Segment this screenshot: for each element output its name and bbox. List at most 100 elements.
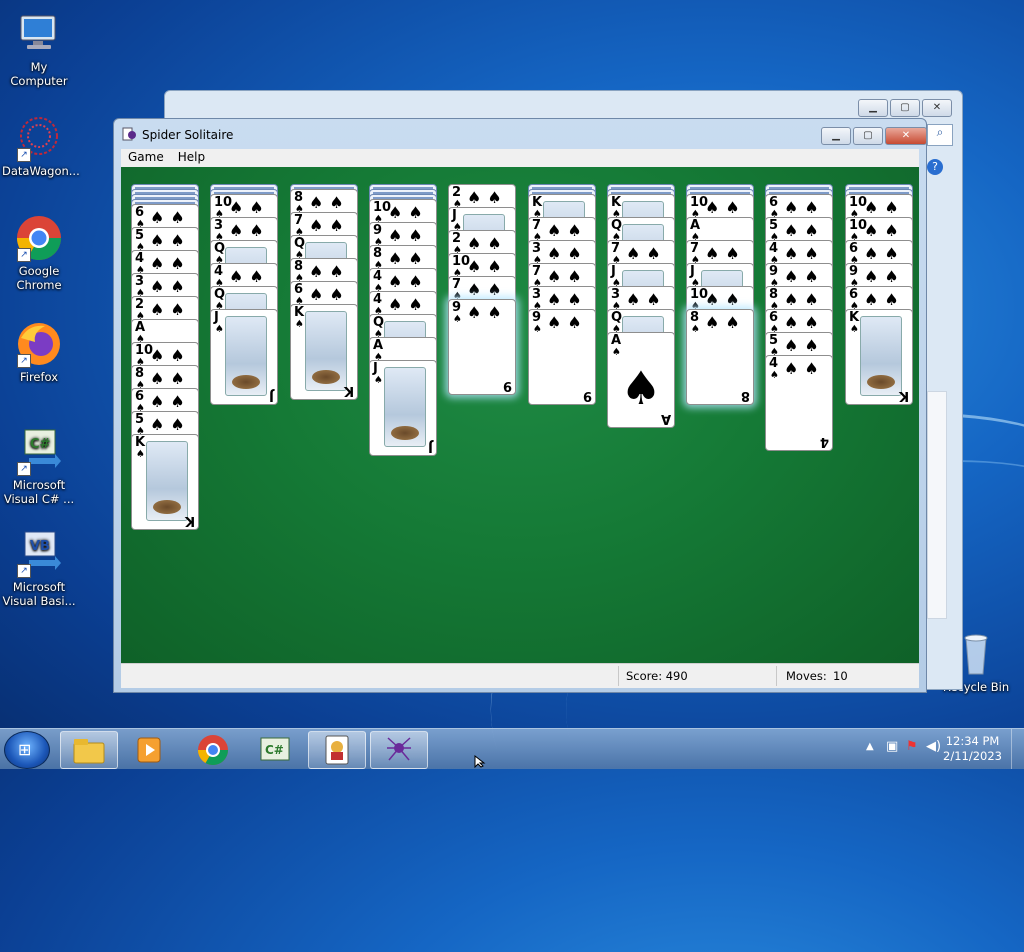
shortcut-arrow-icon: ↗ — [17, 248, 31, 262]
spade-icon: ♠ — [770, 370, 779, 381]
explorer-icon — [73, 739, 105, 764]
card-rank: 8 — [740, 388, 750, 403]
system-tray: ▲ ▣ ⚑ ◀) 12:34 PM 2/11/2023 — [844, 729, 1024, 769]
title-bar[interactable]: Spider Solitaire ▁ ▢ ✕ — [114, 119, 927, 149]
card-rank: A — [660, 411, 671, 426]
shortcut-arrow-icon: ↗ — [17, 564, 31, 578]
solitaire-icon — [325, 735, 349, 765]
taskbar-visual-csharp[interactable]: C# — [246, 731, 304, 769]
card-rank: Q — [611, 218, 623, 233]
card-rank: K — [611, 195, 622, 210]
close-button[interactable]: ✕ — [922, 99, 952, 117]
taskbar-explorer[interactable] — [60, 731, 118, 769]
spade-icon: ♠♠ — [229, 198, 270, 217]
playing-card[interactable]: K ♠ K — [131, 434, 199, 530]
card-rank: 8 — [135, 366, 145, 381]
volume-icon[interactable]: ◀) — [926, 739, 941, 754]
card-rank: 7 — [611, 241, 621, 256]
card-rank: J — [269, 388, 274, 403]
card-rank: 3 — [611, 287, 621, 302]
spade-icon: ♠♠ — [467, 234, 508, 253]
taskbar-chrome[interactable] — [184, 731, 242, 769]
taskbar-spider-solitaire[interactable] — [370, 731, 428, 769]
card-rank: 3 — [532, 287, 542, 302]
card-rank: 9 — [582, 388, 592, 403]
spade-icon: ♠♠ — [864, 267, 905, 286]
maximize-button[interactable]: ▢ — [853, 127, 883, 145]
card-rank: 6 — [769, 195, 779, 210]
network-icon[interactable]: ▣ — [886, 739, 898, 754]
start-button[interactable]: ⊞ — [4, 731, 50, 769]
playing-card[interactable]: A ♠ ♠ A — [607, 332, 675, 428]
spade-icon: ♠♠ — [150, 277, 191, 296]
desktop-icon-chrome[interactable]: ↗ Google Chrome — [2, 214, 76, 292]
card-rank: 7 — [452, 277, 462, 292]
desktop-icon-visual-basic[interactable]: VB ↗ Microsoft Visual Basi... — [2, 530, 76, 608]
desktop-icon-my-computer[interactable]: My Computer — [2, 10, 76, 88]
spade-icon: ♠ — [453, 314, 462, 325]
spider-solitaire-icon — [122, 126, 138, 142]
maximize-button[interactable]: ▢ — [890, 99, 920, 117]
card-rank: 6 — [135, 389, 145, 404]
shortcut-arrow-icon: ↗ — [17, 462, 31, 476]
spade-icon: ♠♠ — [547, 221, 588, 240]
card-rank: 4 — [769, 356, 779, 371]
playing-card[interactable]: J ♠ J — [369, 360, 437, 456]
desktop-icon-label: Microsoft Visual Basi... — [2, 580, 76, 608]
playing-card[interactable]: J ♠ J — [210, 309, 278, 405]
close-button[interactable]: ✕ — [885, 127, 927, 145]
show-desktop-button[interactable] — [1011, 729, 1024, 769]
card-rank: 8 — [373, 246, 383, 261]
card-rank: 6 — [849, 241, 859, 256]
card-rank: A — [690, 218, 701, 233]
playing-card[interactable]: K ♠ K — [845, 309, 913, 405]
playing-card[interactable]: 9 ♠ ♠♠ 9 — [528, 309, 596, 405]
taskbar-media-player[interactable] — [120, 731, 178, 769]
face-card-art — [225, 316, 267, 396]
spade-icon: ♠ — [295, 319, 304, 330]
spade-icon: ♠♠ — [150, 231, 191, 250]
card-rank: A — [135, 320, 146, 335]
spade-icon: ♠♠ — [547, 290, 588, 309]
card-rank: 9 — [532, 310, 542, 325]
action-center-flag-icon[interactable]: ⚑ — [906, 739, 918, 754]
spade-icon: ♠♠ — [784, 221, 825, 240]
spade-icon: ♠♠ — [150, 346, 191, 365]
game-board[interactable]: 6 ♠ ♠♠ 5 ♠ ♠♠ 4 ♠ ♠♠ 3 ♠ ♠♠ 2 ♠ ♠♠ A ♠ 10 ♠ ♠♠ 8 ♠ ♠♠ 6 ♠ ♠♠ 5 ♠ ♠♠ K… — [121, 167, 919, 663]
computer-icon — [15, 10, 63, 58]
help-icon[interactable]: ? — [927, 159, 943, 175]
menu-help[interactable]: Help — [171, 149, 212, 167]
desktop-icon-visual-csharp[interactable]: C# ↗ Microsoft Visual C# ... — [2, 428, 76, 506]
show-hidden-icons-icon[interactable]: ▲ — [866, 741, 874, 752]
spider-solitaire-window[interactable]: Spider Solitaire ▁ ▢ ✕ Game Help 6 ♠ ♠♠ 5 ♠ ♠… — [113, 118, 927, 693]
status-separator — [618, 666, 619, 686]
spade-icon: ♠♠ — [784, 244, 825, 263]
desktop-icon-label: DataWagon... — [2, 164, 80, 178]
minimize-button[interactable]: ▁ — [821, 127, 851, 145]
card-rank: 6 — [294, 282, 304, 297]
taskbar-solitaire[interactable] — [308, 731, 366, 769]
spade-icon: ♠ — [850, 324, 859, 335]
spade-icon: ♠ — [620, 361, 662, 415]
card-rank: Q — [214, 241, 226, 256]
menu-game[interactable]: Game — [121, 149, 171, 167]
media-player-icon — [137, 737, 161, 763]
window-title: Spider Solitaire — [142, 128, 234, 142]
spade-icon: ♠♠ — [547, 244, 588, 263]
desktop-icon-datawagon[interactable]: ↗ DataWagon... — [2, 114, 80, 178]
playing-card[interactable]: 4 ♠ ♠♠ 4 — [765, 355, 833, 451]
minimize-button[interactable]: ▁ — [858, 99, 888, 117]
card-rank: 2 — [452, 185, 462, 200]
spade-icon: ♠♠ — [547, 313, 588, 332]
clock[interactable]: 12:34 PM 2/11/2023 — [943, 734, 1002, 764]
spade-icon: ♠♠ — [150, 369, 191, 388]
spade-icon: ♠♠ — [467, 280, 508, 299]
search-icon[interactable]: ⌕ — [927, 124, 953, 146]
desktop-icon-label: Microsoft Visual C# ... — [3, 478, 75, 506]
desktop-icon-firefox[interactable]: ↗ Firefox — [2, 320, 76, 384]
playing-card[interactable]: K ♠ K — [290, 304, 358, 400]
face-card-art — [305, 311, 347, 391]
playing-card[interactable]: 8 ♠ ♠♠ 8 — [686, 309, 754, 405]
playing-card[interactable]: 9 ♠ ♠♠ 9 — [448, 299, 516, 395]
shortcut-arrow-icon: ↗ — [17, 148, 31, 162]
